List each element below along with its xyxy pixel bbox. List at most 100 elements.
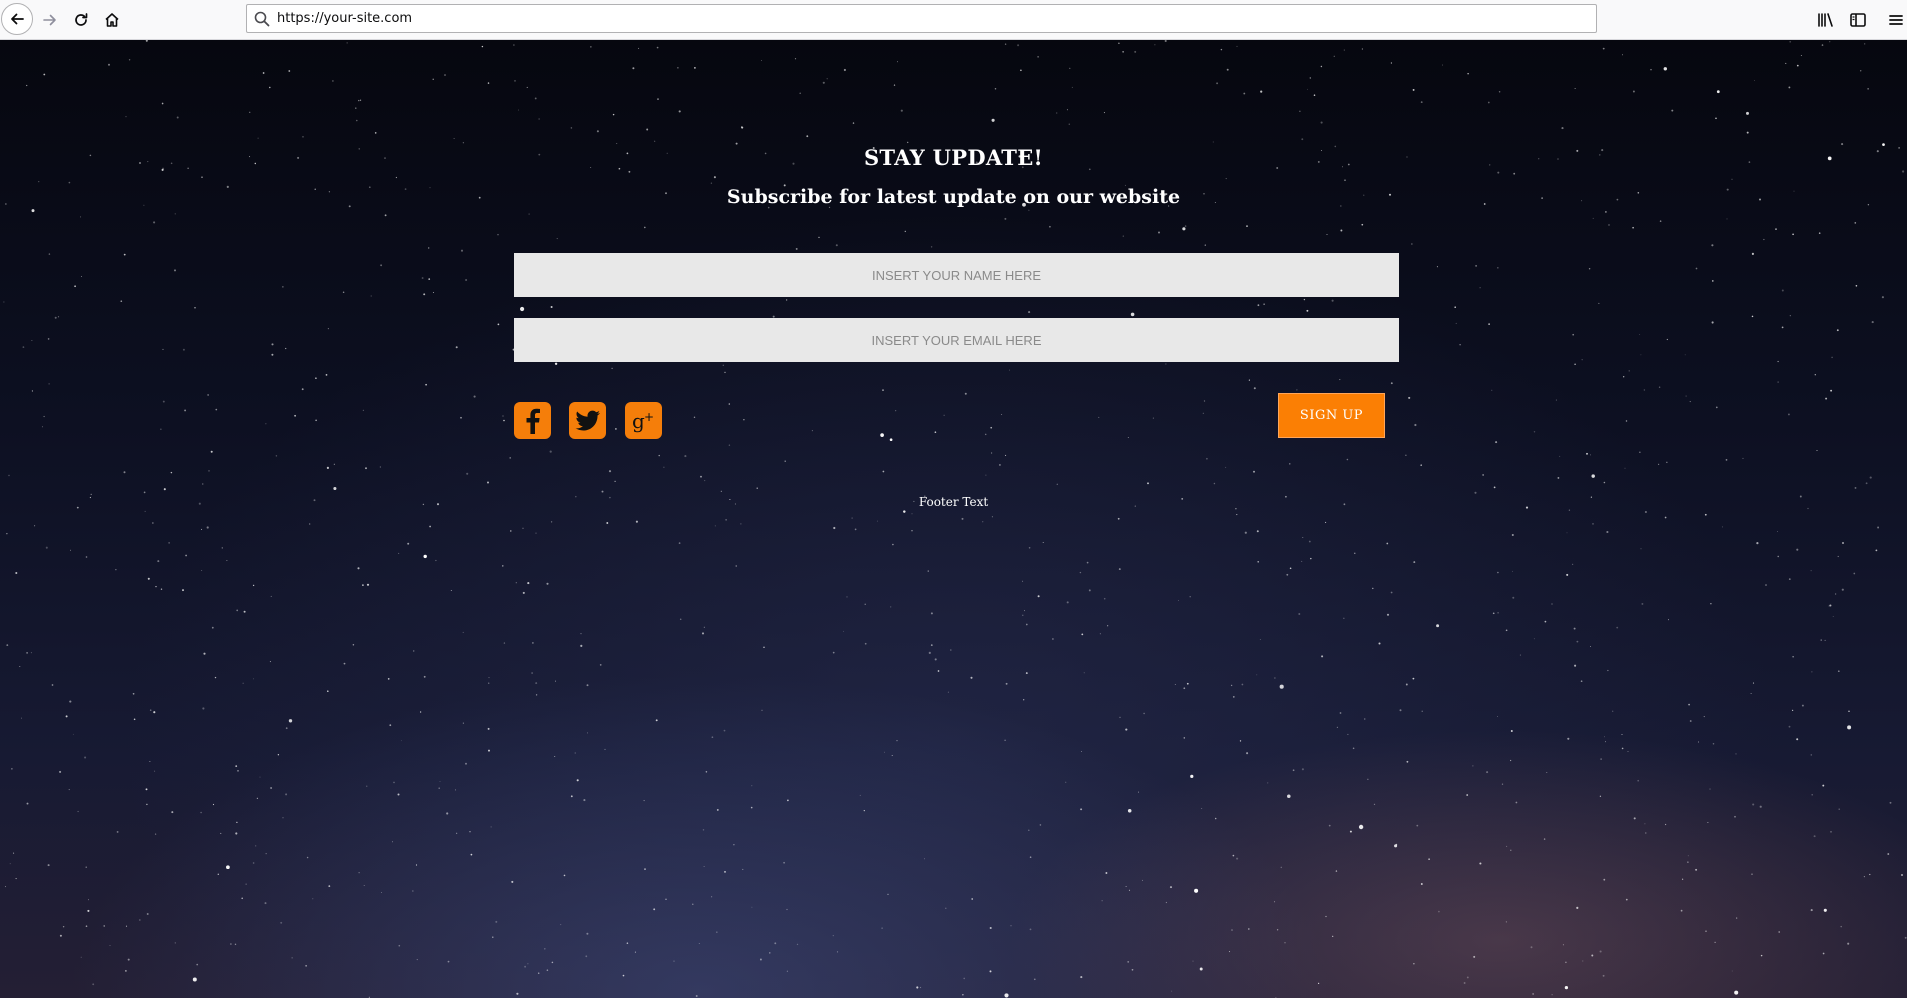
star [59,770,62,773]
star [546,582,549,585]
star [1605,741,1606,743]
star [535,694,538,696]
star [497,233,499,236]
star [432,78,434,80]
star [1602,974,1605,977]
twitter-button[interactable] [569,402,606,439]
star [444,74,446,76]
name-input[interactable] [514,253,1399,297]
star [900,109,903,112]
star [428,278,431,280]
star [655,719,658,722]
star [563,874,566,877]
star [1174,684,1176,686]
star [1714,941,1716,944]
star [182,348,185,351]
star [1301,768,1304,771]
star [1364,718,1366,720]
star [1117,517,1120,520]
star [1405,683,1408,686]
library-button[interactable] [1813,6,1839,34]
star [362,409,365,412]
star [252,862,255,864]
menu-button[interactable] [1883,6,1907,34]
star [1800,54,1802,57]
star [1246,225,1248,227]
star [1022,580,1024,582]
star [787,799,789,802]
url-text[interactable]: https://your-site.com [277,11,412,26]
page-subtitle: Subscribe for latest update on our websi… [726,186,1181,208]
star [673,960,675,962]
star [43,415,45,418]
star [1788,86,1791,89]
star [120,300,123,303]
star [991,118,995,122]
google-plus-button[interactable]: g + [625,402,662,439]
star [366,785,368,787]
star [1854,222,1857,224]
star [554,755,556,758]
star [202,483,204,485]
star [1352,747,1355,750]
star [1260,90,1263,93]
star [398,944,401,947]
twitter-icon [575,410,600,430]
star [551,961,554,964]
star [355,107,357,109]
star [1028,547,1031,549]
star [701,632,705,635]
star [427,247,430,249]
star [962,994,964,996]
star [1263,303,1265,305]
star [1838,808,1840,810]
star [13,852,15,854]
star [1825,397,1828,400]
star [488,682,490,684]
star [1515,801,1518,804]
star [728,403,731,405]
star [550,521,553,523]
star [1025,672,1028,675]
sign-up-button[interactable]: SIGN UP [1278,393,1385,438]
star [890,606,892,608]
star [1386,613,1390,616]
star [1287,794,1291,799]
star [1131,968,1134,971]
sidebar-button[interactable] [1845,6,1871,34]
star [1869,476,1872,479]
star [1436,624,1440,628]
star [527,963,529,965]
star [1566,573,1569,576]
forward-button[interactable] [36,6,64,34]
star [309,523,311,525]
star [1566,532,1568,534]
google-plus-icon: g + [632,409,654,433]
star [583,799,586,802]
star [580,633,582,635]
star [698,942,700,945]
star [1582,960,1584,962]
star [761,709,763,711]
star [1244,531,1247,534]
star [1071,86,1073,88]
star [1303,298,1306,301]
star [312,898,314,900]
star [1482,474,1484,476]
star [288,719,293,723]
star [1881,296,1884,299]
star [1169,886,1173,889]
star [1099,633,1101,635]
star [544,948,546,950]
star [1231,929,1233,931]
home-button[interactable] [98,6,126,34]
star [327,690,329,692]
facebook-button[interactable] [514,402,551,439]
star [495,920,498,923]
reload-button[interactable] [67,6,95,34]
back-button[interactable] [1,3,33,35]
star [30,652,32,654]
url-bar[interactable]: https://your-site.com [246,4,1597,33]
email-input[interactable] [514,318,1399,362]
star [1214,817,1217,820]
